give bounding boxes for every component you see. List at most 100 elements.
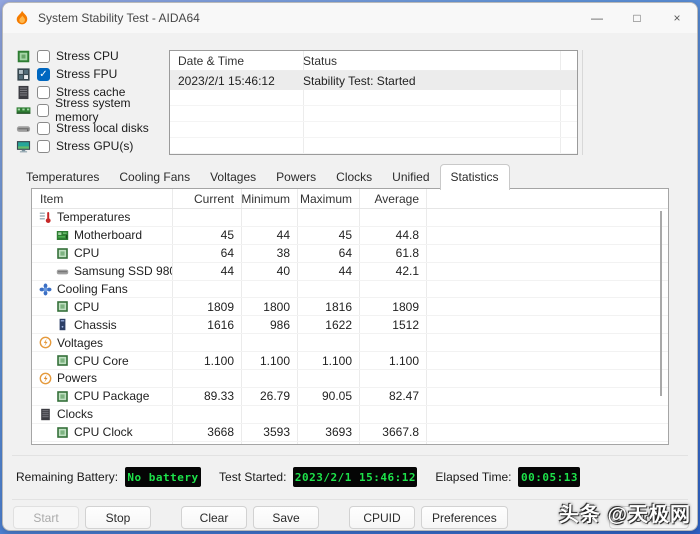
checkbox-unchecked[interactable] [37,104,49,117]
stat-average-value: 1.100 [359,354,426,368]
checkbox-unchecked[interactable] [37,86,50,99]
stat-item-cell: CPU Package [32,389,172,403]
stat-column-header: Item [32,192,172,206]
log-rows: 2023/2/1 15:46:12Stability Test: Started [170,71,577,154]
stat-item-row[interactable]: Motherboard45444544.8 [32,227,668,245]
chip-icon [56,426,69,439]
fpu-icon [16,67,31,82]
tab-unified[interactable]: Unified [382,166,439,189]
temperature-icon [39,211,52,224]
stat-item-cell: Chassis [32,318,172,332]
stress-option-label: Stress CPU [56,49,119,63]
maximize-button[interactable]: □ [617,3,657,33]
stat-item-row[interactable]: CPU1809180018161809 [32,298,668,316]
tab-voltages[interactable]: Voltages [200,166,266,189]
stat-minimum-value: 26.79 [241,389,297,403]
preferences-button[interactable]: Preferences [421,506,508,529]
cpuid-button[interactable]: CPUID [349,506,415,529]
stat-item-cell: Motherboard [32,228,172,242]
tab-statistics[interactable]: Statistics [440,164,510,190]
stat-rows: TemperaturesMotherboard45444544.8CPU6438… [32,209,668,445]
stat-item-label: CPU Package [74,389,149,403]
stat-header-row: ItemCurrentMinimumMaximumAverage [32,189,668,209]
stat-item-label: Powers [57,371,97,385]
stat-group-row[interactable]: Temperatures [32,209,668,227]
checkbox-unchecked[interactable] [37,140,50,153]
stat-average-value: 3667.8 [359,425,426,439]
window-controls: — □ × [577,3,697,33]
stat-item-label: Cooling Fans [57,282,128,296]
tab-powers[interactable]: Powers [266,166,326,189]
stat-group-row[interactable]: Cooling Fans [32,281,668,299]
stat-column-header: Average [359,192,426,206]
stat-item-label: Voltages [57,336,103,350]
stat-item-cell: Samsung SSD 980 PR... [32,264,172,278]
stat-item-row[interactable]: Chassis161698616221512 [32,316,668,334]
minimize-button[interactable]: — [577,3,617,33]
statistics-panel: ItemCurrentMinimumMaximumAverage Tempera… [31,188,669,445]
status-bar: Remaining Battery:No batteryTest Started… [16,467,687,487]
clear-button[interactable]: Clear [181,506,247,529]
stat-item-cell: CPU Core [32,354,172,368]
stat-minimum-value: 38 [241,246,297,260]
stat-item-label: Temperatures [57,210,130,224]
stat-group-row[interactable]: Powers [32,370,668,388]
tab-clocks[interactable]: Clocks [326,166,382,189]
memory-icon [16,103,31,118]
stat-maximum-value: 3693 [297,425,359,439]
stat-item-row[interactable]: CPU Package89.3326.7990.0582.47 [32,388,668,406]
save-button[interactable]: Save [253,506,319,529]
log-row[interactable]: 2023/2/1 15:46:12Stability Test: Started [170,71,577,90]
stat-item-row[interactable]: Samsung SSD 980 PR...44404442.1 [32,263,668,281]
stat-minimum-value: 1.100 [241,354,297,368]
log-empty-row [170,138,577,154]
stat-item-row[interactable] [32,442,668,445]
cpu-icon [16,49,31,64]
stress-option-row[interactable]: Stress CPU [16,47,168,65]
stat-group-row[interactable]: Clocks [32,406,668,424]
tab-cooling-fans[interactable]: Cooling Fans [109,166,200,189]
status-lcd-value: No battery [125,467,201,487]
stress-option-row[interactable]: ✓Stress FPU [16,65,168,83]
checkbox-unchecked[interactable] [37,50,50,63]
stat-item-label: Clocks [57,407,93,421]
stress-option-row[interactable]: Stress system memory [16,101,168,119]
status-group: Remaining Battery:No battery [16,467,201,487]
start-button[interactable]: Start [13,506,79,529]
stat-item-cell: Cooling Fans [32,282,172,296]
stat-item-cell: Voltages [32,336,172,350]
log-right-separator [582,50,583,155]
stat-item-cell: CPU [32,300,172,314]
tab-temperatures[interactable]: Temperatures [16,166,109,189]
stats-scrollbar[interactable] [660,211,662,396]
stat-item-label: Samsung SSD 980 PR... [74,264,172,278]
stress-option-label: Stress system memory [55,96,168,124]
chip-icon [56,390,69,403]
stat-item-row[interactable]: CPU Clock3668359336933667.8 [32,424,668,442]
stat-group-row[interactable]: Voltages [32,334,668,352]
stat-maximum-value: 64 [297,246,359,260]
event-log-table: Date & TimeStatus 2023/2/1 15:46:12Stabi… [169,50,578,155]
ssd-icon [56,265,69,278]
motherboard-icon [56,229,69,242]
stat-item-row[interactable]: CPU Core1.1001.1001.1001.100 [32,352,668,370]
stop-button[interactable]: Stop [85,506,151,529]
stat-maximum-value: 45 [297,228,359,242]
chip-icon [56,444,69,445]
stat-average-value: 61.8 [359,246,426,260]
stat-average-value: 44.8 [359,228,426,242]
log-empty-row [170,122,577,138]
stat-average-value: 1809 [359,300,426,314]
stat-maximum-value: 1816 [297,300,359,314]
close-window-button[interactable]: × [657,3,697,33]
checkbox-unchecked[interactable] [37,122,50,135]
stat-average-value: 42.1 [359,264,426,278]
stress-option-row[interactable]: Stress local disks [16,119,168,137]
stress-option-row[interactable]: Stress GPU(s) [16,137,168,155]
stat-item-row[interactable]: CPU64386461.8 [32,245,668,263]
status-group: Elapsed Time:00:05:13 [435,467,580,487]
stat-current-value: 1.100 [172,354,241,368]
checkbox-checked[interactable]: ✓ [37,68,50,81]
status-lcd-value: 00:05:13 [518,467,580,487]
stat-minimum-value: 986 [241,318,297,332]
